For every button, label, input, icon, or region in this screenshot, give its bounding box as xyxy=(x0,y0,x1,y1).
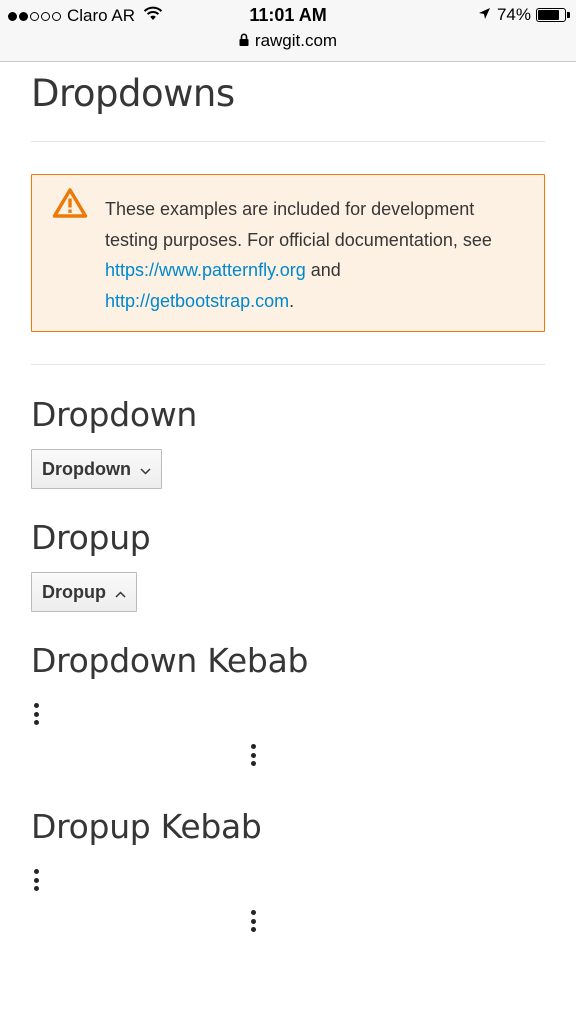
dropup-heading: Dropup xyxy=(31,518,151,557)
location-arrow-icon xyxy=(478,5,491,25)
alert-text-middle: and xyxy=(305,260,341,280)
chevron-up-icon xyxy=(115,582,126,603)
chevron-down-icon xyxy=(140,459,151,480)
patternfly-link[interactable]: https://www.patternfly.org xyxy=(105,260,306,280)
kebab-vertical-icon[interactable] xyxy=(31,869,41,891)
dropup-button-label: Dropup xyxy=(42,581,106,602)
address-bar[interactable]: rawgit.com xyxy=(0,31,576,51)
dropdown-button[interactable]: Dropdown xyxy=(31,449,162,489)
alert-divider xyxy=(31,364,545,365)
dropdown-kebab-heading: Dropdown Kebab xyxy=(31,641,309,680)
warning-triangle-icon xyxy=(52,187,88,224)
dropup-kebab-heading: Dropup Kebab xyxy=(31,807,262,846)
battery-icon xyxy=(536,8,570,22)
kebab-vertical-icon[interactable] xyxy=(31,703,41,725)
kebab-vertical-icon[interactable] xyxy=(248,910,258,932)
dropup-button[interactable]: Dropup xyxy=(31,572,137,612)
alert-text-after: . xyxy=(289,290,295,311)
dropdown-heading: Dropdown xyxy=(31,395,198,434)
title-divider xyxy=(31,141,545,142)
battery-percent: 74% xyxy=(496,5,531,24)
alert-text-before: These examples are included for developm… xyxy=(105,199,492,250)
status-bar-right: 74% xyxy=(478,5,570,25)
bootstrap-link[interactable]: http://getbootstrap.com xyxy=(105,291,289,311)
alert-message: These examples are included for developm… xyxy=(105,194,525,316)
warning-alert: These examples are included for developm… xyxy=(31,174,545,332)
page-title: Dropdowns xyxy=(31,72,235,115)
browser-chrome: Claro AR 11:01 AM 74% rawgit.com xyxy=(0,0,576,62)
dropdown-button-label: Dropdown xyxy=(42,458,131,479)
lock-icon xyxy=(239,31,249,51)
kebab-vertical-icon[interactable] xyxy=(248,744,258,766)
url-text: rawgit.com xyxy=(254,31,338,50)
